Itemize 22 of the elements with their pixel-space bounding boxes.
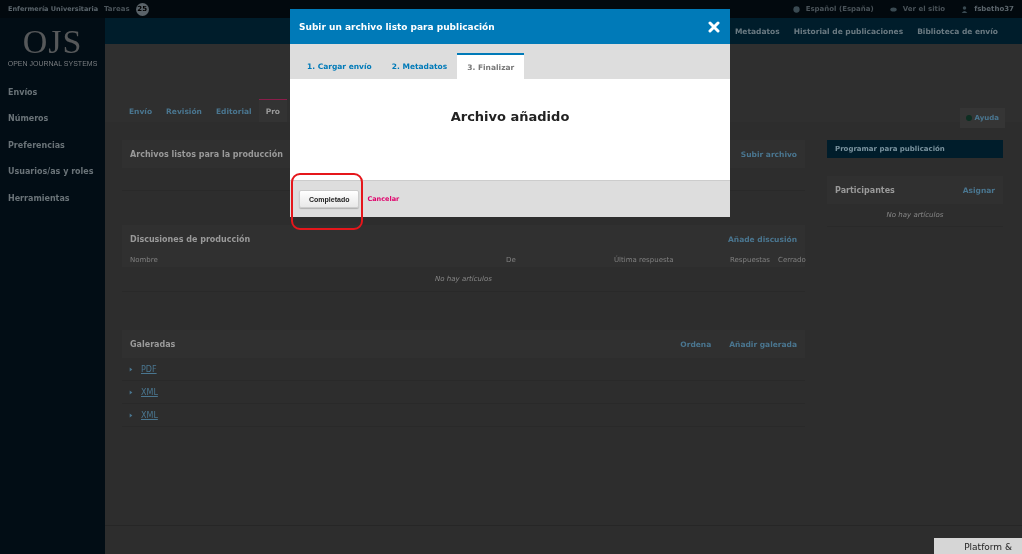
sidebar-item[interactable]: Preferencias [0,132,105,159]
expand-icon[interactable] [129,412,133,418]
logo-text: OJS [22,24,83,60]
user-icon [961,5,969,13]
panel-title: Archivos listos para la producción [130,149,284,159]
success-message: Archivo añadido [450,109,570,126]
dialog-title: Subir un archivo listo para publicación [299,21,496,32]
sidebar-item[interactable]: Envíos [0,79,105,106]
close-icon[interactable] [708,20,720,33]
sidebar-item[interactable]: Números [0,105,105,132]
expand-icon[interactable] [129,366,133,372]
panel-title: Participantes [835,185,896,195]
footer-text: Platform & [934,538,1022,554]
galley-link[interactable]: XML [141,387,158,397]
galley-link[interactable]: PDF [141,364,157,374]
highlight-ring [291,173,363,230]
sidebar-item[interactable]: Herramientas [0,185,105,212]
panel-title: Galeradas [130,339,176,349]
sidebar-item[interactable]: Usuarios/as y roles [0,158,105,185]
panel-title: Discusiones de producción [130,234,252,244]
galley-link[interactable]: XML [141,410,158,420]
expand-icon[interactable] [129,389,133,395]
